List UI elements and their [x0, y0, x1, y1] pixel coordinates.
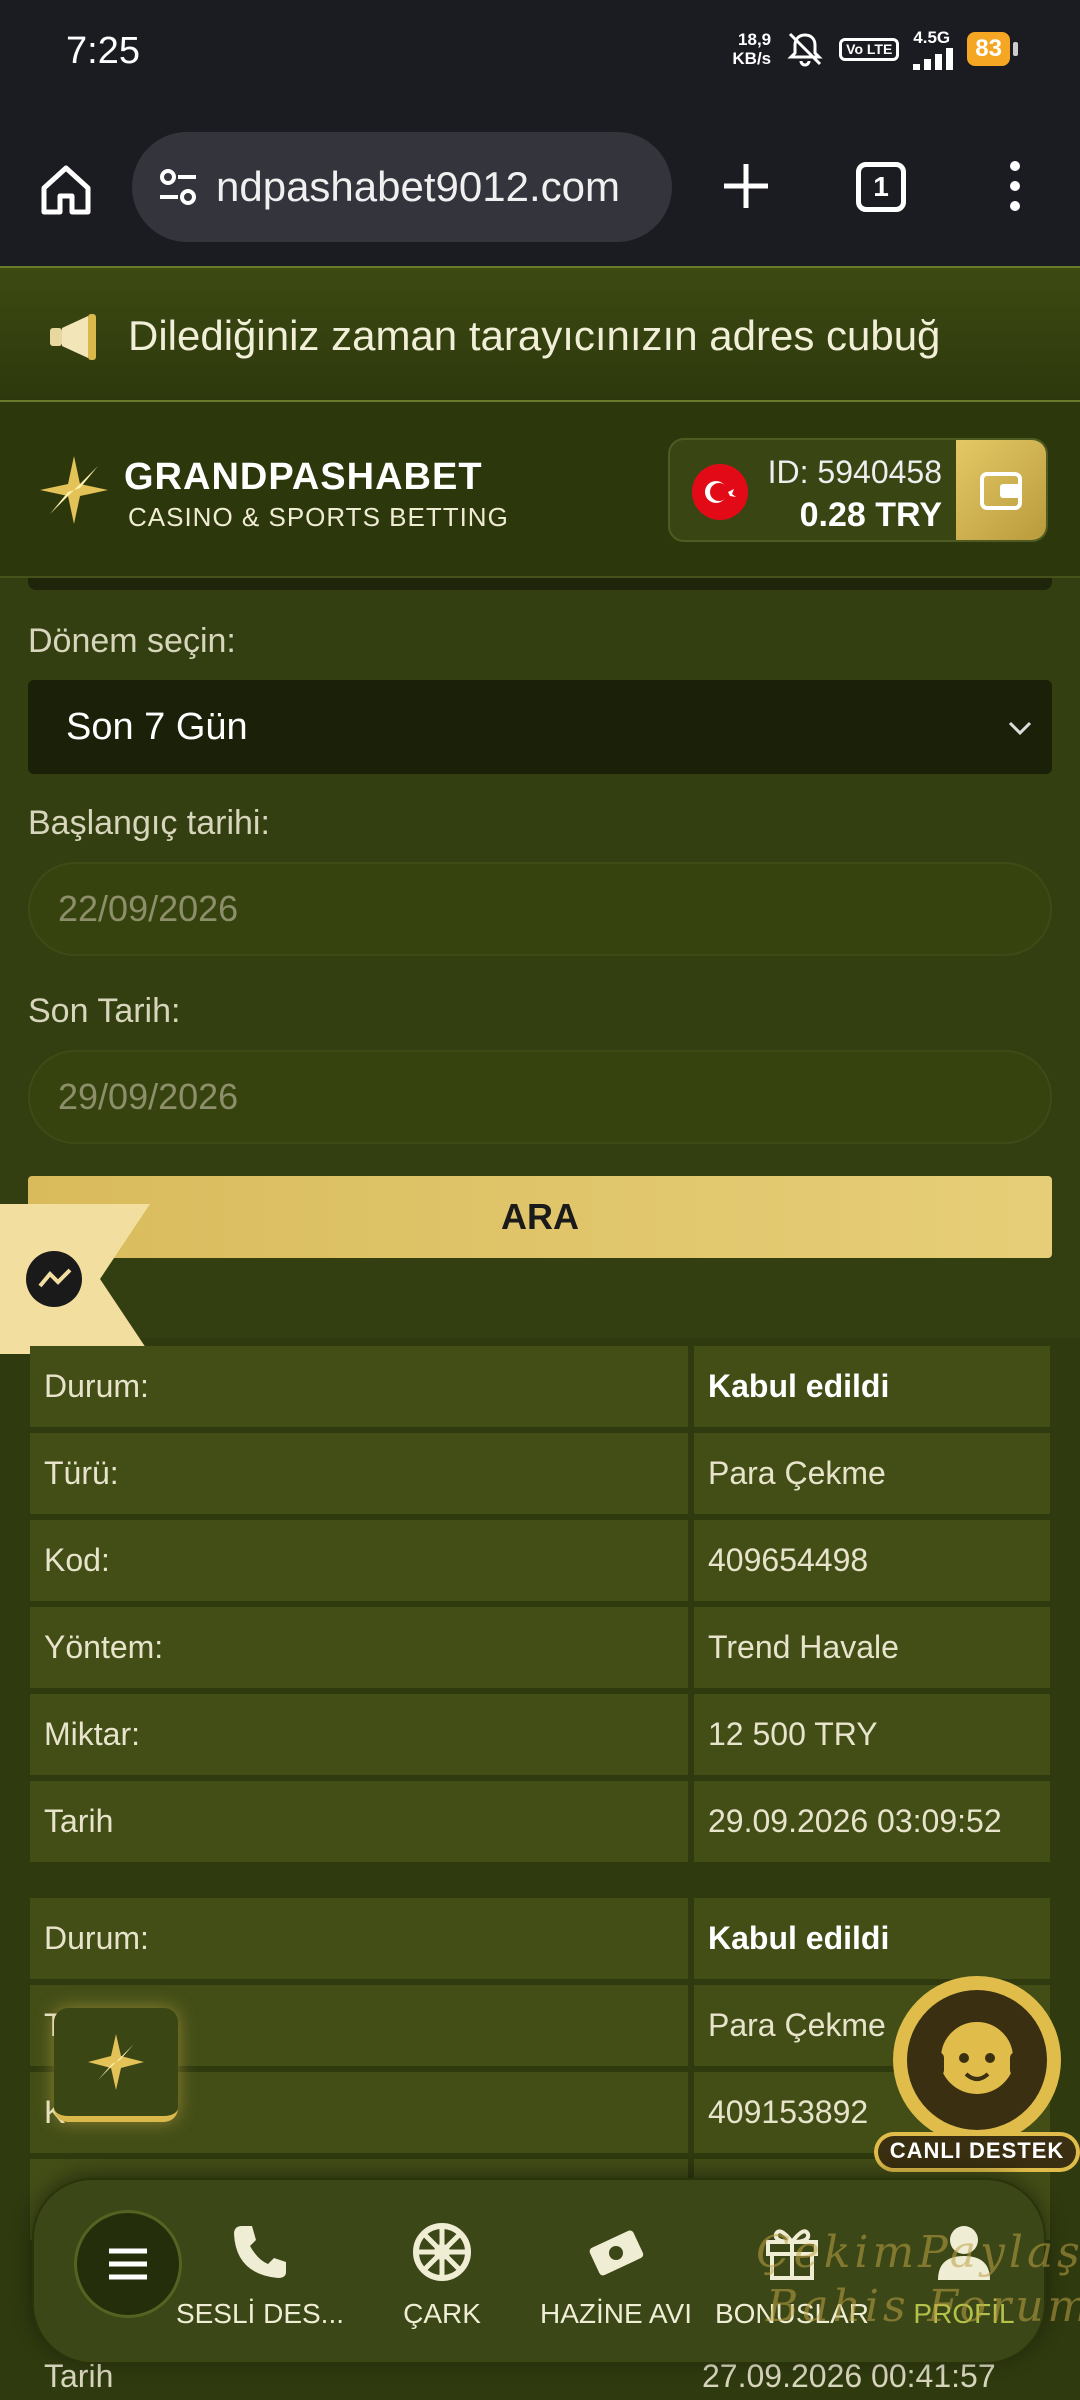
wheel-icon: [413, 2223, 471, 2281]
balance: 0.28 TRY: [799, 496, 942, 534]
logo-star-icon[interactable]: [36, 452, 112, 528]
bottom-navigation: SESLİ DES... ÇARK HAZİNE AVI BONUSLAR PR…: [32, 2178, 1046, 2364]
battery-indicator: 83: [967, 32, 1018, 66]
period-label: Dönem seçin:: [28, 622, 236, 660]
announcement-text: Dilediğiniz zaman tarayıcınızın adres cu…: [128, 312, 941, 359]
end-date-input[interactable]: 29/09/2026: [28, 1050, 1052, 1144]
url-text: ndpashabet9012.com: [216, 163, 620, 210]
tx-label: Yöntem:: [30, 1607, 688, 1688]
volte-badge: Vo LTE: [839, 37, 900, 61]
nav-item-wheel[interactable]: ÇARK: [352, 2220, 532, 2330]
site-header: GRANDPASHABET CASINO & SPORTS BETTING ID…: [0, 402, 1080, 578]
nav-item-profile[interactable]: PROFİL: [874, 2220, 1054, 2330]
hamburger-menu-button[interactable]: [74, 2210, 182, 2318]
period-select[interactable]: Son 7 Gün: [28, 680, 1052, 774]
end-date-label: Son Tarih:: [28, 992, 181, 1030]
table-row: Tarih 27.09.2026 00:41:57: [30, 2358, 1050, 2400]
new-tab-icon[interactable]: [718, 158, 774, 214]
messenger-icon[interactable]: [0, 1204, 150, 1354]
tx-label: Miktar:: [30, 1694, 688, 1775]
nav-item-treasure-hunt[interactable]: HAZİNE AVI: [526, 2220, 706, 2330]
floating-logo-button[interactable]: [54, 2008, 178, 2122]
brand-name[interactable]: GRANDPASHABET: [124, 456, 483, 499]
divider: [28, 578, 1052, 590]
status-icons: 18,9 KB/s Vo LTE 4.5G 83: [732, 28, 1018, 70]
tx-label: Türü:: [30, 1433, 688, 1514]
status-time: 7:25: [66, 30, 140, 72]
gift-icon: [766, 2229, 818, 2280]
filter-form: Dönem seçin: Son 7 Gün Başlangıç tarihi:…: [0, 578, 1080, 1338]
tab-switcher-button[interactable]: 1: [856, 162, 906, 212]
address-bar[interactable]: ndpashabet9012.com: [132, 132, 672, 242]
brand-tagline: CASINO & SPORTS BETTING: [128, 502, 509, 532]
signal-group: 4.5G: [913, 28, 954, 70]
transaction-card-1: Durum: Kabul edildi Türü: Para Çekme Kod…: [30, 1346, 1050, 1862]
user-icon: [938, 2226, 990, 2280]
account-summary[interactable]: ID: 5940458 0.28 TRY: [668, 438, 1048, 542]
tx-value: Kabul edildi: [694, 1898, 1050, 1979]
tx-value: 12 500 TRY: [694, 1694, 1050, 1775]
turkey-flag-icon: [692, 464, 748, 520]
search-button[interactable]: ARA: [28, 1176, 1052, 1258]
treasure-icon: [589, 2230, 644, 2276]
tx-value: 409654498: [694, 1520, 1050, 1601]
nav-item-voice-support[interactable]: SESLİ DES...: [170, 2220, 350, 2330]
more-menu-icon[interactable]: [1000, 156, 1030, 216]
nav-item-bonuses[interactable]: BONUSLAR: [702, 2220, 882, 2330]
tx-value: Kabul edildi: [694, 1346, 1050, 1427]
menu-icon: [109, 2248, 147, 2280]
tx-label: Durum:: [30, 1346, 688, 1427]
period-value: Son 7 Gün: [66, 706, 248, 748]
site-settings-icon[interactable]: [154, 163, 202, 211]
status-bar: 7:25 18,9 KB/s Vo LTE 4.5G 83: [0, 0, 1080, 110]
phone-icon: [234, 2226, 286, 2278]
start-date-input[interactable]: 22/09/2026: [28, 862, 1052, 956]
signal-icon: [913, 48, 954, 70]
logo-star-icon: [88, 2034, 144, 2090]
tx-label: Durum:: [30, 1898, 688, 1979]
network-speed: 18,9 KB/s: [732, 30, 772, 68]
browser-toolbar: ndpashabet9012.com 1: [0, 110, 1080, 266]
tx-label: Kod:: [30, 1520, 688, 1601]
wallet-button[interactable]: [956, 440, 1046, 540]
start-date-label: Başlangıç tarihi:: [28, 804, 270, 842]
tx-label: Tarih: [30, 1781, 688, 1862]
chevron-down-icon: [1008, 721, 1032, 736]
wallet-icon: [980, 472, 1022, 510]
live-support-label[interactable]: CANLI DESTEK: [874, 2138, 1080, 2164]
tx-value: Para Çekme: [694, 1433, 1050, 1514]
tx-value: 29.09.2026 03:09:52: [694, 1781, 1050, 1862]
home-icon[interactable]: [36, 160, 96, 220]
user-id: ID: 5940458: [767, 454, 942, 490]
tx-value: Trend Havale: [694, 1607, 1050, 1688]
mute-bell-icon: [787, 32, 823, 67]
announcement-bar: Dilediğiniz zaman tarayıcınızın adres cu…: [0, 266, 1080, 402]
megaphone-icon: [50, 314, 96, 360]
